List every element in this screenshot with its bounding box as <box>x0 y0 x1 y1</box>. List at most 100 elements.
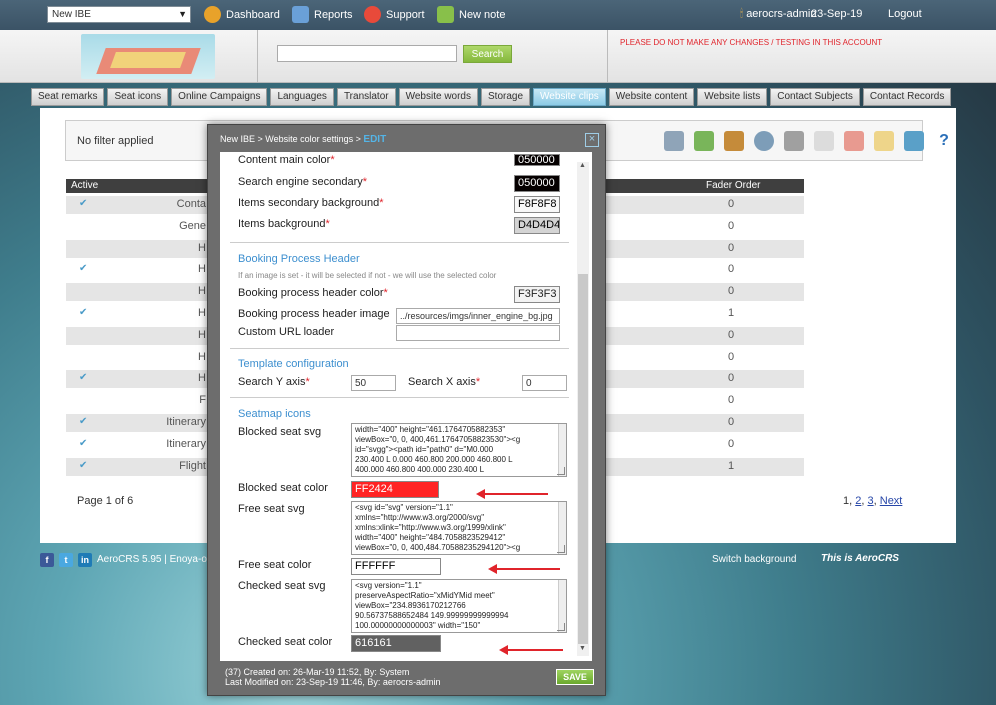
refresh-icon[interactable] <box>904 131 924 151</box>
free-seat-svg-textarea[interactable]: <svg id="svg" version="1.1" xmlns="http:… <box>351 501 567 555</box>
tab-seat-icons[interactable]: Seat icons <box>107 88 169 106</box>
search-y-axis-input[interactable]: 50 <box>351 375 396 391</box>
column-header-fader-order[interactable]: Fader Order <box>706 180 760 191</box>
scroll-up-icon[interactable]: ▲ <box>579 162 586 169</box>
scroll-down-icon[interactable]: ▼ <box>579 645 586 652</box>
row-fader-order: 0 <box>728 263 735 276</box>
tab-contact-records[interactable]: Contact Records <box>862 88 952 106</box>
booking-header-image-input[interactable]: ../resources/imgs/inner_engine_bg.jpg <box>396 308 560 324</box>
nav-support[interactable]: Support <box>364 6 425 23</box>
search-x-axis-input[interactable]: 0 <box>522 375 567 391</box>
row-fader-order: 0 <box>728 394 735 407</box>
dialog-breadcrumb: New IBE > Website color settings > <box>220 134 364 144</box>
tab-online-campaigns[interactable]: Online Campaigns <box>171 88 268 106</box>
row-name: Itinerary <box>166 437 206 450</box>
list-icon[interactable] <box>664 131 684 151</box>
booking-header-color-input[interactable]: F3F3F3 <box>514 286 560 303</box>
checked-seat-color-input[interactable]: 616161 <box>351 635 441 652</box>
close-icon[interactable]: × <box>585 133 599 147</box>
check-icon: ✔ <box>79 263 88 275</box>
blocked-seat-svg-textarea[interactable]: width="400" height="461.1764705882353" v… <box>351 423 567 477</box>
logout-link[interactable]: Logout <box>888 8 922 20</box>
filter-status: No filter applied <box>77 135 154 147</box>
seatmap-section-title: Seatmap icons <box>238 408 311 420</box>
content-main-color-input[interactable]: 050000 <box>514 154 560 166</box>
print-icon[interactable] <box>784 131 804 151</box>
dashboard-icon <box>204 6 221 23</box>
tab-storage[interactable]: Storage <box>481 88 531 106</box>
search-input[interactable] <box>277 45 457 62</box>
resize-handle[interactable] <box>557 545 565 553</box>
nav-dashboard[interactable]: Dashboard <box>204 6 280 23</box>
excel-icon[interactable] <box>814 131 834 151</box>
blocked-seat-svg-text: width="400" height="461.1764705882353" v… <box>355 425 521 474</box>
gear-icon[interactable] <box>754 131 774 151</box>
tab-website-content[interactable]: Website content <box>608 88 695 106</box>
row-fader-order: 1 <box>728 459 735 472</box>
label-text: Booking process header color <box>238 287 384 299</box>
footer-version: AeroCRS 5.95 | Enoya-or <box>97 554 211 565</box>
linkedin-icon[interactable]: in <box>78 553 92 567</box>
column-header-active[interactable]: Active <box>71 180 98 191</box>
ibe-select-value: New IBE <box>52 9 91 20</box>
tab-website-clips[interactable]: Website clips <box>533 88 606 106</box>
check-icon: ✔ <box>79 307 88 318</box>
page-link-2[interactable]: 2 <box>855 495 861 507</box>
booking-note: If an image is set - it will be selected… <box>238 271 497 280</box>
section-divider <box>230 397 569 398</box>
row-fader-order: 0 <box>728 328 735 341</box>
tab-contact-subjects[interactable]: Contact Subjects <box>770 88 860 106</box>
check-icon: ✔ <box>79 372 88 384</box>
checked-seat-svg-textarea[interactable]: <svg version="1.1" preserveAspectRatio="… <box>351 579 567 633</box>
pdf-icon[interactable] <box>844 131 864 151</box>
row-name: H <box>198 263 206 276</box>
resize-handle[interactable] <box>557 623 565 631</box>
search-engine-secondary-input[interactable]: 050000 <box>514 175 560 192</box>
mail-icon[interactable] <box>874 131 894 151</box>
free-seat-color-input[interactable]: FFFFFF <box>351 558 441 575</box>
tab-website-lists[interactable]: Website lists <box>697 88 768 106</box>
page-next[interactable]: Next <box>880 495 903 507</box>
custom-url-loader-input[interactable] <box>396 325 560 341</box>
row-name: Gene <box>179 219 206 232</box>
search-button[interactable]: Search <box>463 45 512 63</box>
resize-handle[interactable] <box>557 467 565 475</box>
facebook-icon[interactable]: f <box>40 553 54 567</box>
items-secondary-background-input[interactable]: F8F8F8 <box>514 196 560 213</box>
brand-logo: This is AeroCRS <box>821 553 899 564</box>
warning-message: PLEASE DO NOT MAKE ANY CHANGES / TESTING… <box>620 38 883 47</box>
twitter-icon[interactable]: t <box>59 553 73 567</box>
scroll-thumb[interactable] <box>578 274 588 644</box>
dialog-scrollbar[interactable]: ▲ ▼ <box>577 162 589 656</box>
blocked-seat-svg-label: Blocked seat svg <box>238 426 322 438</box>
switch-background-link[interactable]: Switch background <box>712 554 797 565</box>
free-seat-svg-text: <svg id="svg" version="1.1" xmlns="http:… <box>355 503 521 552</box>
dialog-body: ▲ ▼ Content main color* 050000 Search en… <box>220 152 592 661</box>
annotation-arrow-icon <box>499 645 563 655</box>
row-fader-order: 0 <box>728 372 735 385</box>
user-menu[interactable]: 🕯 aerocrs-admin <box>740 8 817 21</box>
tab-languages[interactable]: Languages <box>270 88 334 106</box>
blocked-seat-color-input[interactable]: FF2424 <box>351 481 439 498</box>
row-fader-order: 0 <box>728 350 735 363</box>
tab-translator[interactable]: Translator <box>336 88 396 106</box>
page-link-3[interactable]: 3 <box>868 495 874 507</box>
label-text: Items background <box>238 218 326 230</box>
content-main-color-label: Content main color* <box>238 154 335 164</box>
nav-reports[interactable]: Reports <box>292 6 353 23</box>
ibe-select[interactable]: New IBE ▼ <box>47 6 191 23</box>
row-fader-order: 0 <box>728 241 735 254</box>
items-background-input[interactable]: D4D4D4 <box>514 217 560 234</box>
edit-dialog: New IBE > Website color settings > EDIT … <box>207 124 606 696</box>
items-secondary-background-label: Items secondary background* <box>238 197 384 209</box>
tab-seat-remarks[interactable]: Seat remarks <box>31 88 105 106</box>
add-icon[interactable] <box>694 131 714 151</box>
save-button[interactable]: SAVE <box>556 669 594 685</box>
row-fader-order: 0 <box>728 219 735 232</box>
columns-icon[interactable] <box>724 131 744 151</box>
help-icon[interactable]: ? <box>934 131 954 151</box>
nav-new-note[interactable]: New note <box>437 6 505 23</box>
tab-website-words[interactable]: Website words <box>398 88 478 106</box>
free-seat-color-label: Free seat color <box>238 559 312 571</box>
row-name: H <box>198 372 206 385</box>
